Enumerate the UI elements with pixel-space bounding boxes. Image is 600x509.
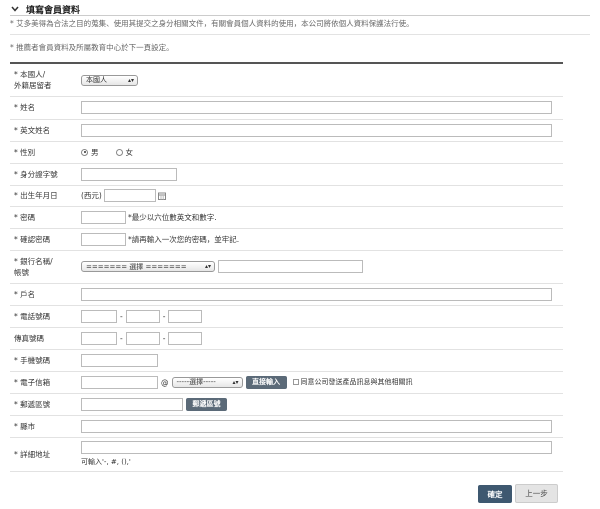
gender-female-label: 女	[125, 147, 134, 157]
email-row: * 電子信箱 @ -----選擇----- ▴▾ 直接輸入 同意公司發送產品訊息與…	[10, 371, 563, 394]
phone-prefix-input[interactable]	[125, 309, 160, 323]
account-name-input[interactable]	[81, 287, 552, 301]
birthday-input[interactable]	[103, 189, 156, 202]
divider	[10, 34, 590, 35]
confirm-button[interactable]: 確定	[478, 485, 512, 503]
email-at: @	[161, 377, 169, 387]
password-row: * 密碼 *最少以六位數英文和數字.	[10, 206, 563, 229]
fax-area-input[interactable]	[81, 331, 117, 345]
birthday-row: * 出生年月日 (西元)	[10, 185, 563, 207]
fax-label: 傳真號碼	[14, 333, 44, 343]
city-row: * 縣市	[10, 415, 563, 438]
bank-row: * 銀行名稱/帳號 ======= 選擇 ======= ▴▾	[10, 250, 563, 284]
account-name-label: * 戶名	[14, 289, 36, 299]
mobile-row: * 手機號碼	[10, 349, 563, 372]
gender-female-radio[interactable]	[115, 148, 123, 156]
gender-row: * 性別 男 女	[10, 141, 563, 164]
mobile-label: * 手機號碼	[14, 355, 51, 365]
city-label: * 縣市	[14, 421, 36, 431]
consent-checkbox[interactable]	[292, 379, 299, 385]
password-label: * 密碼	[14, 212, 36, 222]
resident-label: * 本國人/外籍居留者	[14, 70, 52, 90]
gender-label: * 性別	[14, 147, 36, 157]
name-label: * 姓名	[14, 103, 36, 112]
address-hint: 可輸入'-, #, (),'	[81, 458, 131, 466]
direct-input-button[interactable]: 直接輸入	[245, 375, 287, 389]
id-number-input[interactable]	[81, 167, 177, 181]
divider	[10, 15, 590, 16]
resident-select[interactable]: 本國人 ▴▾	[81, 74, 138, 86]
bank-select[interactable]: ======= 選擇 ======= ▴▾	[81, 261, 215, 272]
referrer-note: * 推薦者會員資料及所屬教育中心於下一頁設定。	[10, 43, 174, 52]
confirm-password-row: * 確認密碼 *請再輸入一次您的密碼，並牢記.	[10, 228, 563, 251]
id-number-row: * 身分證字號	[10, 163, 563, 186]
fax-row: 傳真號碼 - -	[10, 327, 563, 350]
postal-search-button[interactable]: 郵遞區號	[186, 397, 227, 411]
id-number-label: * 身分證字號	[14, 169, 58, 179]
phone-label: * 電話號碼	[14, 311, 51, 321]
phone-row: * 電話號碼 - -	[10, 305, 563, 328]
address-input[interactable]	[81, 441, 552, 454]
address-label: * 詳細地址	[14, 449, 51, 459]
account-name-row: * 戶名	[10, 283, 563, 306]
phone-sep: -	[120, 311, 123, 321]
postal-row: * 郵遞區號 郵遞區號	[10, 393, 563, 416]
gender-male-label: 男	[91, 147, 99, 157]
postal-label: * 郵遞區號	[14, 399, 51, 409]
email-user-input[interactable]	[81, 375, 158, 389]
calendar-icon[interactable]	[157, 192, 166, 200]
gender-male-radio[interactable]	[81, 148, 88, 156]
city-input[interactable]	[81, 419, 552, 433]
email-domain-select[interactable]: -----選擇----- ▴▾	[171, 376, 243, 388]
phone-area-input[interactable]	[81, 309, 117, 323]
chevron-down-icon[interactable]	[10, 4, 20, 14]
phone-sep: -	[162, 311, 166, 321]
email-label: * 電子信箱	[14, 377, 51, 387]
fax-sep: -	[120, 333, 123, 343]
birthday-prefix: (西元)	[81, 191, 102, 200]
back-button[interactable]: 上一步	[515, 484, 558, 503]
password-hint: *最少以六位數英文和數字.	[128, 212, 217, 222]
fax-number-input[interactable]	[168, 331, 203, 345]
mobile-input[interactable]	[81, 353, 158, 367]
confirm-password-input[interactable]	[81, 232, 126, 246]
bank-account-input[interactable]	[218, 260, 363, 273]
bank-label: * 銀行名稱/帳號	[14, 256, 53, 277]
english-name-row: * 英文姓名	[10, 119, 563, 142]
address-row: * 詳細地址 可輸入'-, #, (),'	[10, 437, 563, 472]
confirm-password-hint: *請再輸入一次您的密碼，並牢記.	[128, 234, 240, 244]
privacy-note: * 艾多美得為合法之目的蒐集、使用其提交之身分相關文件，有關會員個人資料的使用，…	[10, 19, 414, 28]
english-name-input[interactable]	[81, 123, 552, 137]
password-input[interactable]	[81, 210, 126, 224]
birthday-label: * 出生年月日	[14, 191, 58, 200]
confirm-password-label: * 確認密碼	[14, 234, 51, 244]
fax-sep: -	[162, 333, 166, 343]
fax-prefix-input[interactable]	[125, 331, 160, 345]
postal-input[interactable]	[81, 397, 183, 411]
name-input[interactable]	[81, 101, 552, 114]
section-header[interactable]: 填寫會員資料	[10, 2, 590, 16]
resident-row: * 本國人/外籍居留者 本國人 ▴▾	[10, 64, 563, 97]
section-title: 填寫會員資料	[26, 5, 81, 16]
name-row: * 姓名	[10, 96, 563, 120]
english-name-label: * 英文姓名	[14, 125, 51, 135]
phone-number-input[interactable]	[168, 309, 203, 323]
consent-label: 同意公司發送產品訊息與其他相關訊	[300, 378, 413, 386]
